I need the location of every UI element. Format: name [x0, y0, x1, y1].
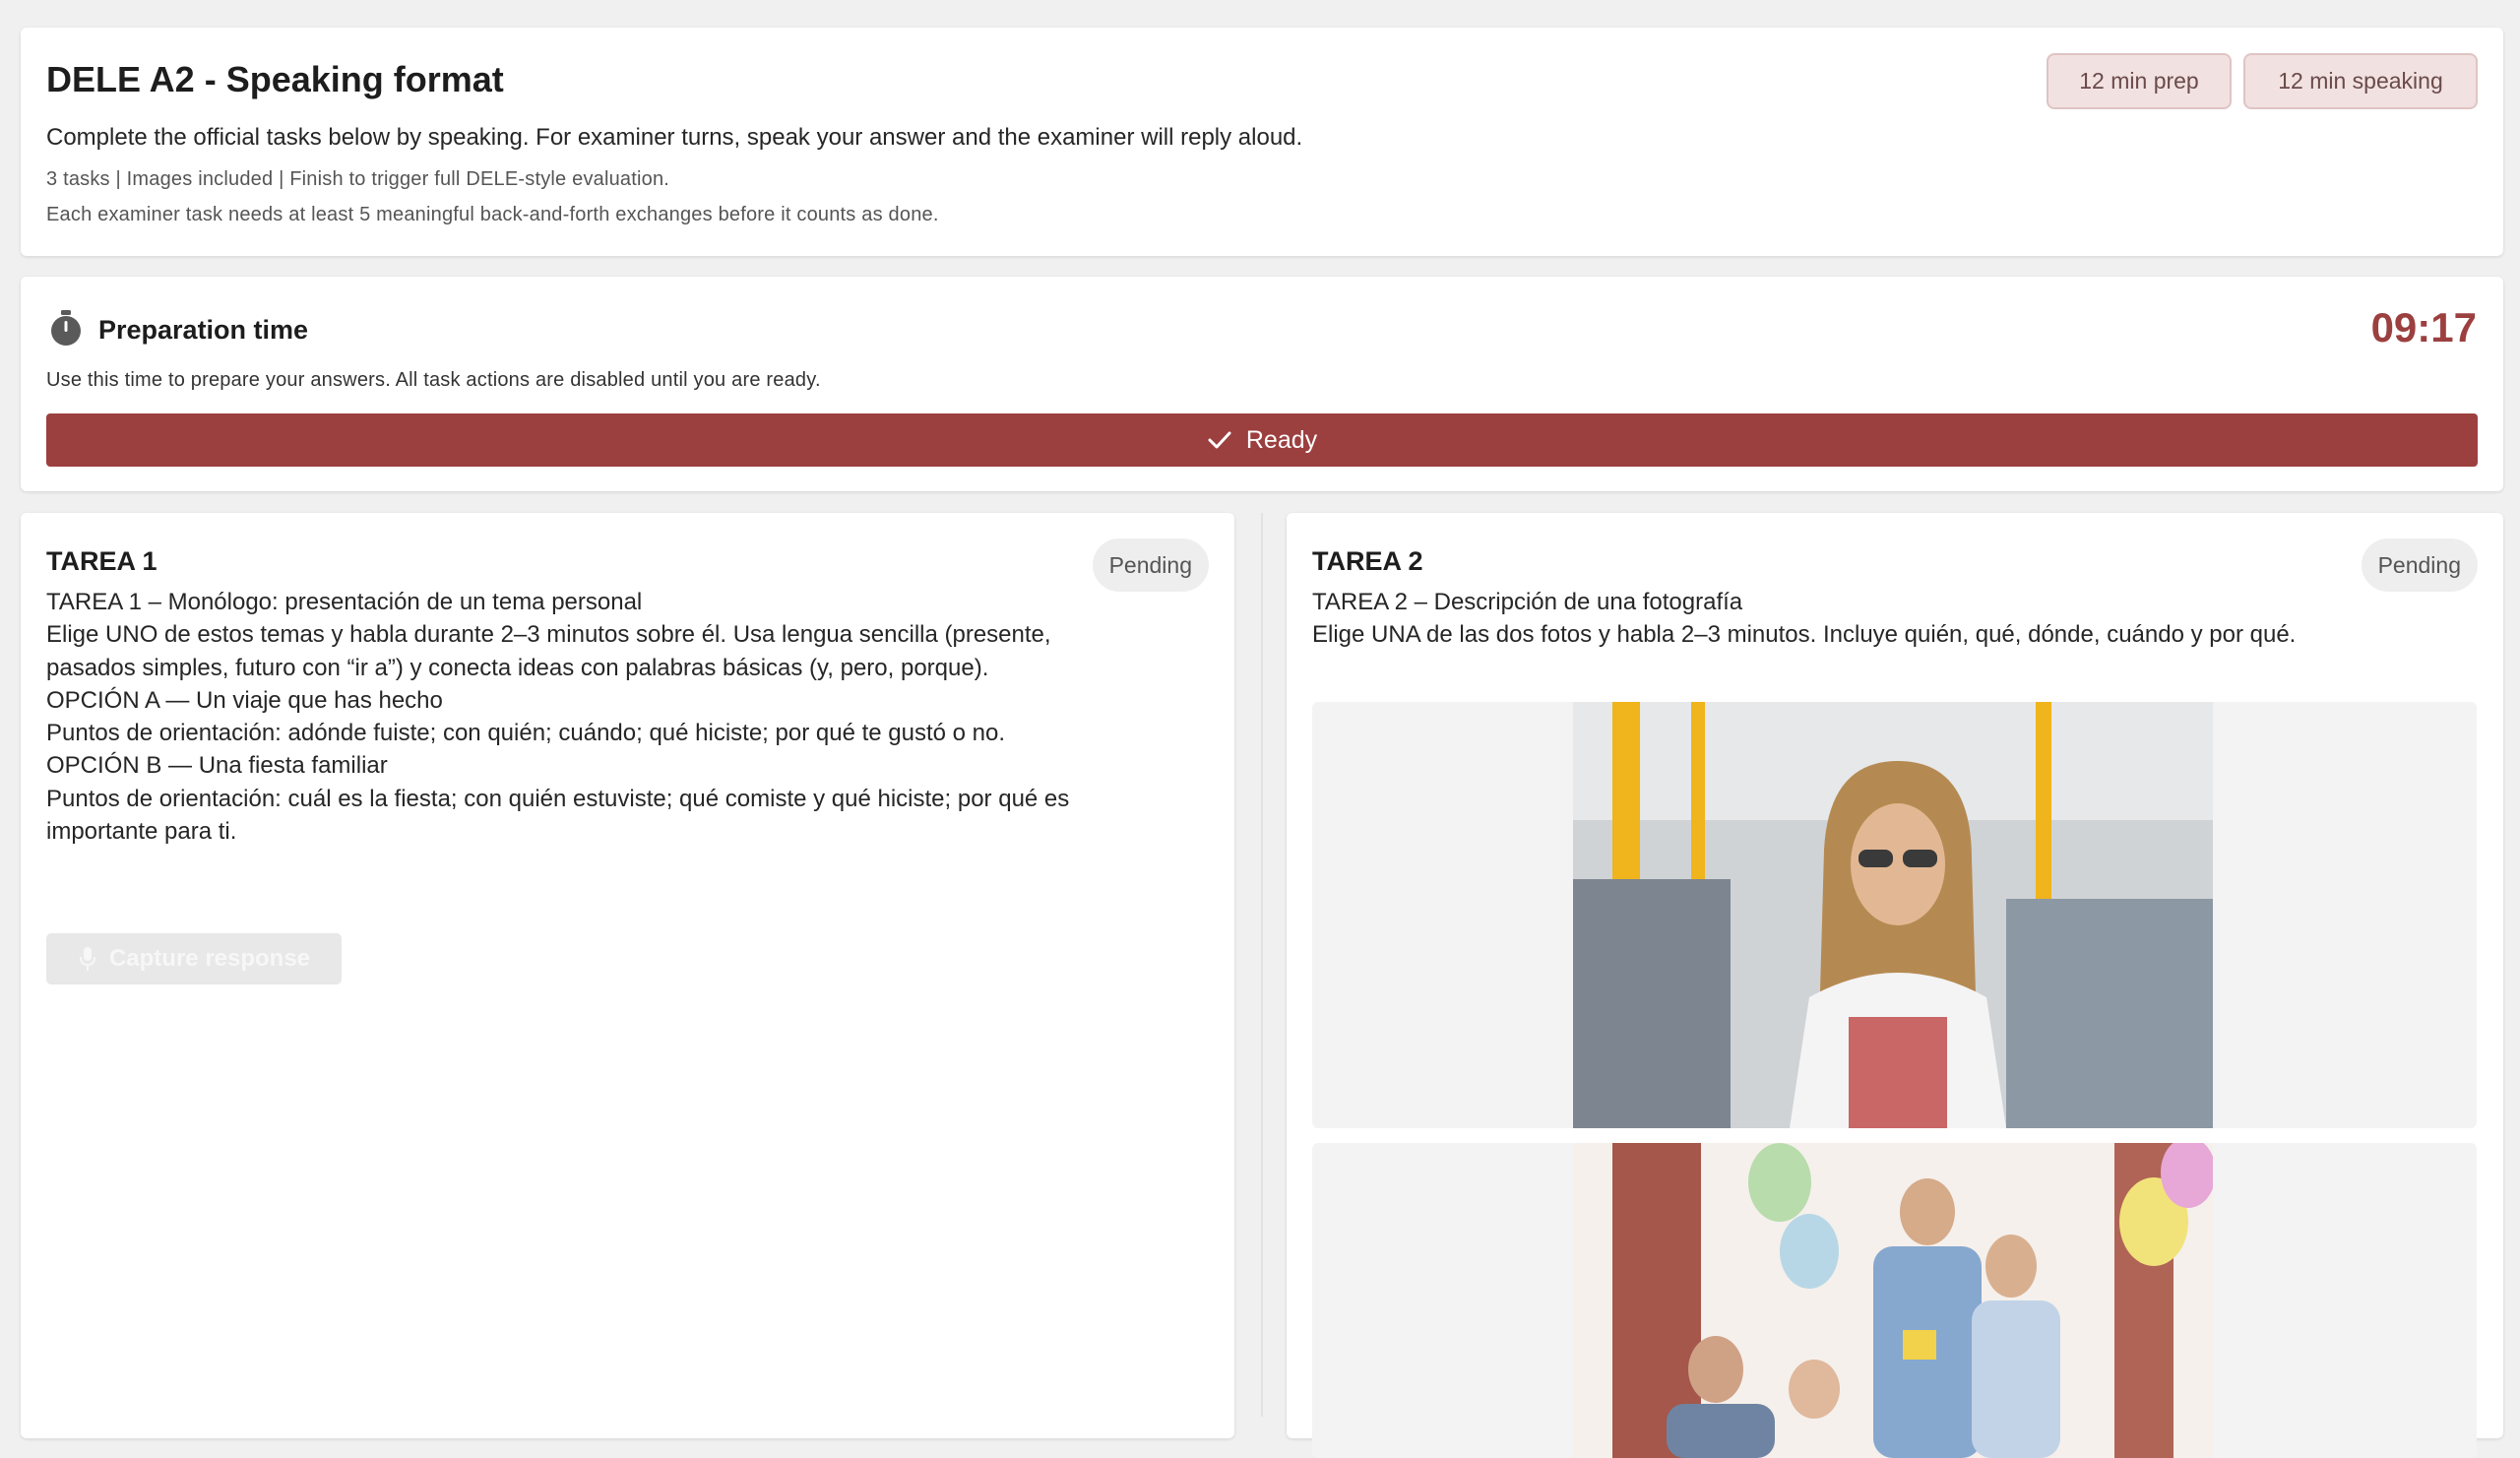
countdown-timer: 09:17: [2370, 304, 2477, 350]
bus-passenger-photo: [1573, 702, 2213, 1128]
microphone-icon: [79, 947, 95, 971]
ready-label: Ready: [1245, 425, 1318, 454]
ready-button[interactable]: Ready: [46, 413, 2478, 467]
status-badge: Pending: [2361, 539, 2478, 592]
task-line: Elige UNO de estos temas y habla durante…: [46, 621, 1051, 681]
page-subtitle: Complete the official tasks below by spe…: [46, 124, 1303, 151]
task-title: TAREA 2: [1312, 546, 1423, 576]
task-instructions: TAREA 2 – Descripción de una fotografía …: [1312, 586, 2316, 652]
task-instructions: TAREA 1 – Monólogo: presentación de un t…: [46, 586, 1090, 848]
task-line: Puntos de orientación: adónde fuiste; co…: [46, 720, 1006, 747]
meta-requirement: Each examiner task needs at least 5 mean…: [46, 204, 939, 225]
task-line: OPCIÓN B — Una fiesta familiar: [46, 752, 388, 780]
prep-title: Preparation time: [98, 315, 309, 345]
preparation-card: Preparation time Use this time to prepar…: [21, 277, 2503, 491]
task-line: TAREA 2 – Descripción de una fotografía: [1312, 589, 1743, 615]
capture-label: Capture response: [108, 945, 311, 972]
capture-response-button[interactable]: Capture response: [46, 933, 342, 984]
speaking-time-chip: 12 min speaking: [2243, 53, 2478, 109]
family-party-photo: [1573, 1143, 2213, 1458]
task-card-1: TAREA 1 Pending TAREA 1 – Monólogo: pres…: [21, 513, 1234, 1438]
prep-description: Use this time to prepare your answers. A…: [46, 369, 821, 391]
task-line: OPCIÓN A — Un viaje que has hecho: [46, 686, 443, 714]
page-title: DELE A2 - Speaking format: [46, 59, 504, 99]
photo-option-2[interactable]: [1312, 1143, 2477, 1458]
status-badge: Pending: [1092, 539, 1209, 592]
task-line: Puntos de orientación: cuál es la fiesta…: [46, 785, 1070, 846]
check-icon: [1208, 431, 1231, 449]
task-title: TAREA 1: [46, 546, 158, 576]
stopwatch-icon: [51, 310, 81, 346]
column-divider: [1261, 513, 1263, 1417]
meta-info: 3 tasks | Images included | Finish to tr…: [46, 168, 670, 190]
photo-option-1[interactable]: [1312, 702, 2477, 1128]
task-card-2: TAREA 2 Pending TAREA 2 – Descripción de…: [1287, 513, 2503, 1458]
prep-time-chip: 12 min prep: [2047, 53, 2232, 109]
task-line: TAREA 1 – Monólogo: presentación de un t…: [46, 589, 643, 615]
header-card: DELE A2 - Speaking format Complete the o…: [21, 28, 2503, 256]
task-line: Elige UNA de las dos fotos y habla 2–3 m…: [1312, 621, 2297, 649]
